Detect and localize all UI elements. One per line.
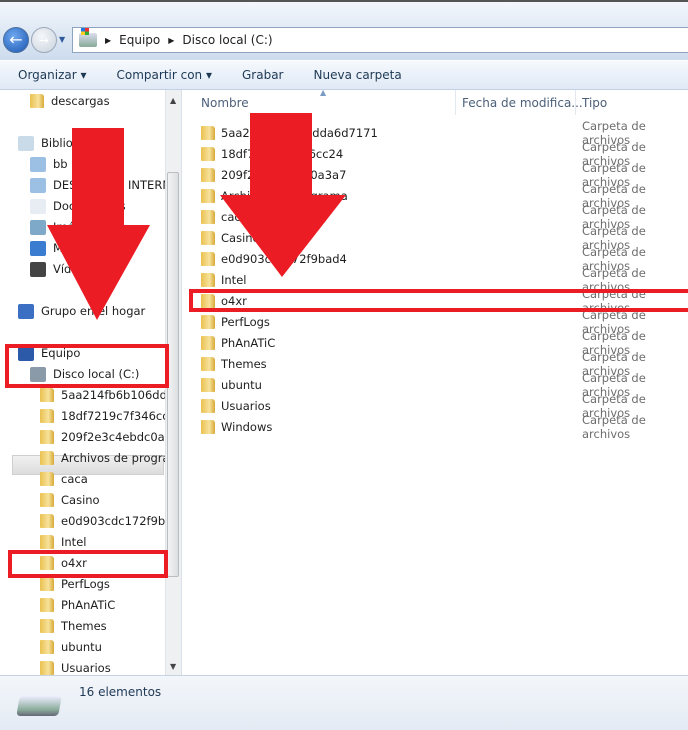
- red-arrow-right: [220, 113, 346, 277]
- highlight-box-o4xr-tree: [8, 550, 168, 578]
- highlight-box-equipo: [5, 344, 169, 388]
- highlight-box-o4xr-list: [189, 289, 688, 312]
- red-arrow-left: [47, 128, 150, 320]
